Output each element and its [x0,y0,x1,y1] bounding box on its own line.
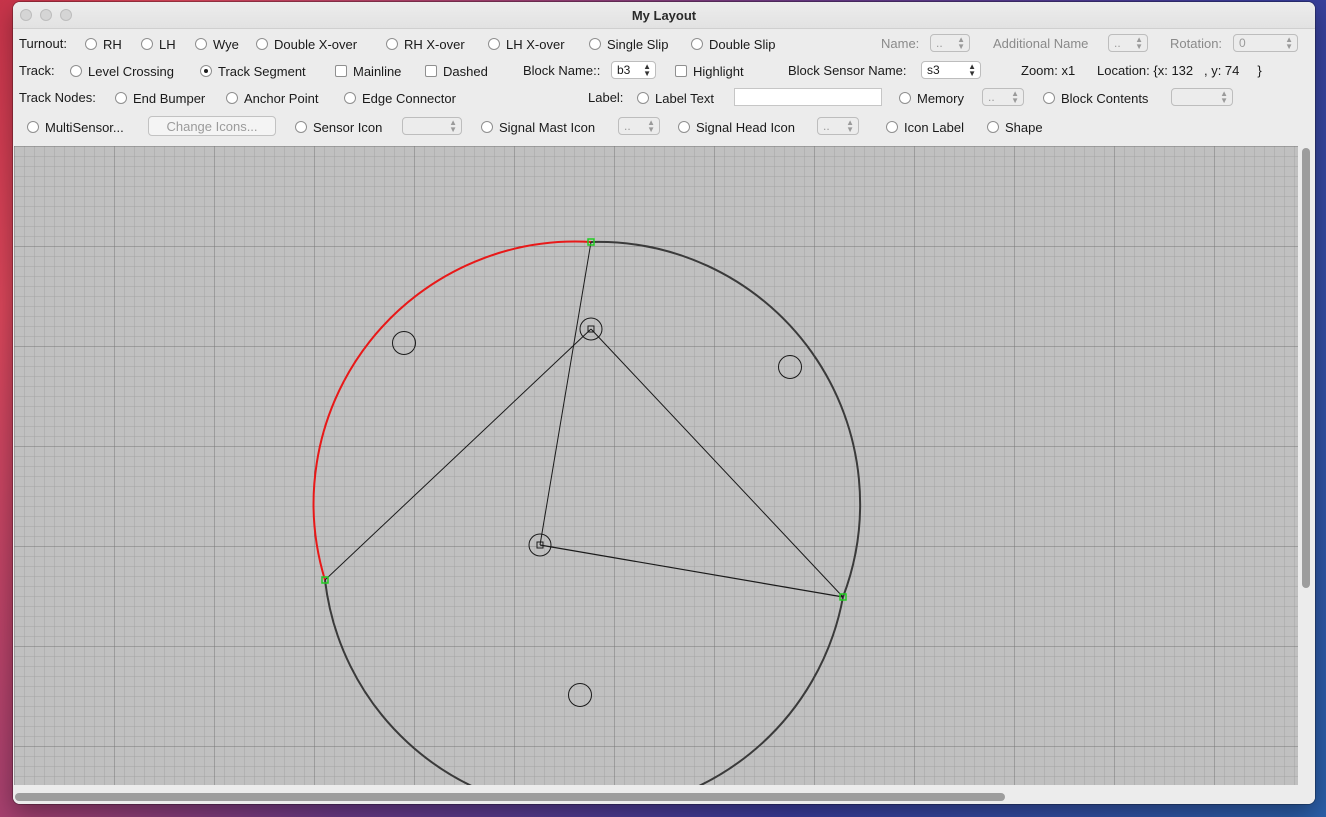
icons-row: MultiSensor... Change Icons... Sensor Ic… [13,116,1315,138]
layout-editor-window: My Layout Turnout: RH LH Wye Double X-ov… [13,2,1315,804]
memory-radio[interactable]: Memory [899,89,964,107]
dashed-checkbox[interactable]: Dashed [425,62,488,80]
radio-icon [295,121,307,133]
radio-icon [386,38,398,50]
spinner-arrows-icon: ▲ ▼ [1220,89,1228,105]
spinner-arrows-icon: ▲ ▼ [643,62,651,78]
track-row: Track: Level Crossing Track Segment Main… [13,60,1315,82]
multisensor-radio[interactable]: MultiSensor... [27,118,124,136]
memory-combo[interactable]: .. ▲ ▼ [982,88,1024,106]
turnout-double-xover-radio[interactable]: Double X-over [256,35,357,53]
radio-icon [115,92,127,104]
signal-head-icon-radio[interactable]: Signal Head Icon [678,118,795,136]
turnout-rh-xover-radio[interactable]: RH X-over [386,35,465,53]
radio-icon [899,92,911,104]
turnout-row: Turnout: RH LH Wye Double X-over RH X-ov… [13,33,1315,55]
radio-icon [256,38,268,50]
rotation-label: Rotation: [1170,36,1223,51]
track-nodes-label: Track Nodes: [19,90,96,105]
radio-icon [141,38,153,50]
block-name-combo[interactable]: b3 ▲ ▼ [611,61,656,79]
block-contents-combo[interactable]: ▲ ▼ [1171,88,1233,106]
checkbox-icon [675,65,687,77]
signal-mast-combo[interactable]: .. ▲ ▼ [618,117,660,135]
track-label: Track: [19,63,55,78]
radio-icon [85,38,97,50]
checkbox-icon [335,65,347,77]
radio-icon [488,38,500,50]
block-sensor-name-label: Block Sensor Name: [788,63,907,78]
shape-radio[interactable]: Shape [987,118,1043,136]
end-bumper-radio[interactable]: End Bumper [115,89,205,107]
radio-icon [678,121,690,133]
anchor-point-radio[interactable]: Anchor Point [226,89,318,107]
rotation-spinner[interactable]: 0 ▲ ▼ [1233,34,1298,52]
spinner-arrows-icon: ▲ ▼ [1011,89,1019,105]
layout-canvas-area [13,143,1315,804]
vertical-scrollbar[interactable] [1302,148,1310,588]
track-nodes-row: Track Nodes: End Bumper Anchor Point Edg… [13,87,1315,109]
horizontal-scrollbar[interactable] [15,793,1005,801]
block-name-label: Block Name:: [523,63,601,78]
radio-icon [226,92,238,104]
radio-icon [70,65,82,77]
spinner-arrows-icon: ▲ ▼ [968,62,976,78]
block-sensor-combo[interactable]: s3 ▲ ▼ [921,61,981,79]
spinner-arrows-icon: ▲ ▼ [1135,35,1143,51]
checkbox-icon [425,65,437,77]
spinner-arrows-icon: ▲ ▼ [957,35,965,51]
signal-mast-icon-radio[interactable]: Signal Mast Icon [481,118,595,136]
sensor-icon-combo[interactable]: ▲ ▼ [402,117,462,135]
radio-icon [481,121,493,133]
label-section-label: Label: [588,90,624,105]
spinner-arrows-icon: ▲ ▼ [1285,35,1293,51]
spinner-arrows-icon: ▲ ▼ [449,118,457,134]
highlight-checkbox[interactable]: Highlight [675,62,744,80]
radio-icon [27,121,39,133]
radio-icon [637,92,649,104]
level-crossing-radio[interactable]: Level Crossing [70,62,174,80]
turnout-double-slip-radio[interactable]: Double Slip [691,35,776,53]
sensor-icon-radio[interactable]: Sensor Icon [295,118,382,136]
change-icons-button[interactable]: Change Icons... [148,116,276,136]
canvas-grid [14,146,1298,785]
track-layout-drawing[interactable] [14,146,1298,785]
radio-icon [691,38,703,50]
turnout-name-combo[interactable]: .. ▲ ▼ [930,34,970,52]
additional-name-label: Additional Name [993,36,1089,51]
label-text-radio[interactable]: Label Text [637,89,714,107]
signal-head-combo[interactable]: .. ▲ ▼ [817,117,859,135]
window-title: My Layout [631,8,697,23]
layout-canvas[interactable] [14,146,1298,785]
turnout-single-slip-radio[interactable]: Single Slip [589,35,668,53]
turnout-label: Turnout: [19,36,67,51]
spinner-arrows-icon: ▲ ▼ [647,118,655,134]
radio-icon [195,38,207,50]
radio-icon [589,38,601,50]
radio-icon [886,121,898,133]
turnout-lh-radio[interactable]: LH [141,35,176,53]
label-text-input[interactable] [734,88,882,106]
spinner-arrows-icon: ▲ ▼ [846,118,854,134]
radio-icon [1043,92,1055,104]
turnout-rh-radio[interactable]: RH [85,35,122,53]
title-bar: My Layout [13,2,1315,29]
turnout-wye-radio[interactable]: Wye [195,35,239,53]
radio-icon [987,121,999,133]
icon-label-radio[interactable]: Icon Label [886,118,964,136]
additional-name-combo[interactable]: .. ▲ ▼ [1108,34,1148,52]
edge-connector-radio[interactable]: Edge Connector [344,89,456,107]
turnout-name-label: Name: [881,36,920,51]
radio-icon [344,92,356,104]
radio-selected-icon [200,65,212,77]
turnout-lh-xover-radio[interactable]: LH X-over [488,35,565,53]
zoom-readout: Zoom: x1 [1021,63,1076,78]
location-readout: Location: {x: 132 , y: 74 } [1097,63,1262,78]
block-contents-radio[interactable]: Block Contents [1043,89,1148,107]
track-segment-radio[interactable]: Track Segment [200,62,306,80]
mainline-checkbox[interactable]: Mainline [335,62,401,80]
